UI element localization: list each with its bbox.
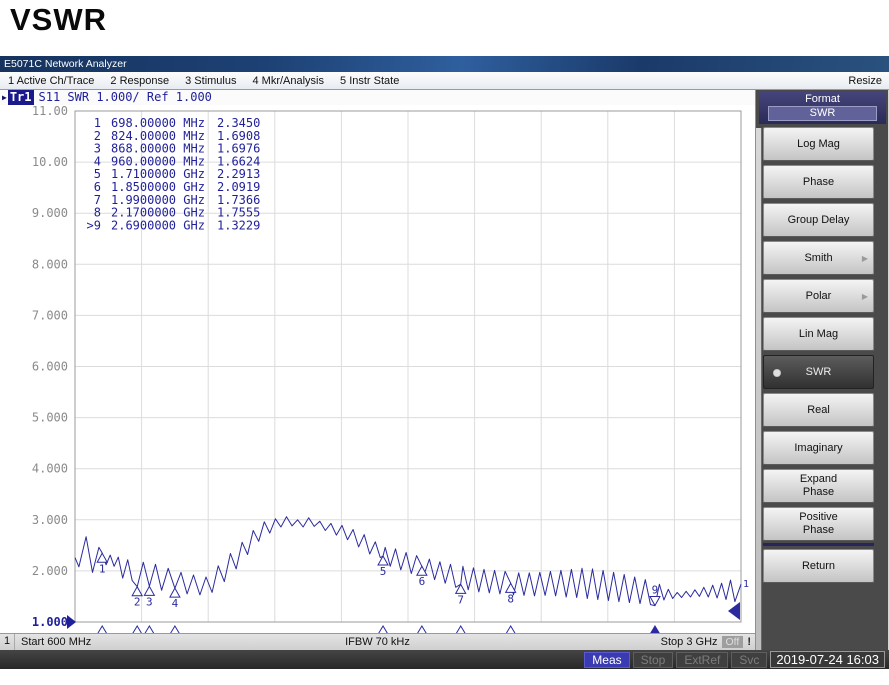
- softkey-positive-phase[interactable]: PositivePhase: [763, 507, 874, 541]
- trace-marker-number: 5: [380, 565, 387, 578]
- status-items: MeasStopExtRefSvc: [584, 652, 767, 668]
- softkey-real[interactable]: Real: [763, 393, 874, 427]
- trace-badge[interactable]: Tr1: [8, 90, 34, 105]
- window-titlebar: E5071C Network Analyzer: [0, 56, 889, 72]
- softkey-group-delay[interactable]: Group Delay: [763, 203, 874, 237]
- softkey-label: Group Delay: [788, 214, 850, 227]
- stimulus-bar: 1 IFBW 70 kHz Start 600 MHz Stop 3 GHz O…: [0, 633, 755, 650]
- softkey-buttons: Log Mag Phase Group Delay Smith ▶ Polar ▶ Lin M…: [763, 127, 874, 587]
- softkey-lin-mag[interactable]: Lin Mag: [763, 317, 874, 351]
- format-current-value: SWR: [768, 106, 877, 121]
- trace-marker-number: 4: [172, 597, 179, 610]
- trace-marker-icon[interactable]: [456, 584, 466, 593]
- stop-frequency-label: Stop 3 GHz: [661, 636, 718, 648]
- y-axis-tick-label: 9.000: [32, 206, 68, 220]
- y-axis-tick-label: 3.000: [32, 513, 68, 527]
- menu-item-4[interactable]: 4 Mkr/Analysis: [244, 75, 332, 87]
- y-axis-tick-label: 6.000: [32, 360, 68, 374]
- trace-number-label: 1: [743, 579, 749, 590]
- softkey-label: Log Mag: [797, 138, 840, 151]
- submenu-arrow-icon: ▶: [862, 252, 868, 265]
- softkey-expand-phase[interactable]: ExpandPhase: [763, 469, 874, 503]
- softkey-label: Real: [807, 404, 830, 417]
- menu-item-1[interactable]: 1 Active Ch/Trace: [0, 75, 102, 87]
- active-trace-marker-number: 9: [652, 583, 659, 596]
- softkey-swr[interactable]: SWR: [763, 355, 874, 389]
- softkey-label: Lin Mag: [799, 328, 838, 341]
- trace-marker-number: 8: [507, 592, 514, 605]
- vswr-chart[interactable]: 11.00 10.00 9.000 8.000 7.000 6.000 5.000 4.000…: [0, 105, 756, 634]
- status-svc: Svc: [731, 652, 767, 668]
- y-axis-tick-label: 5.000: [32, 411, 68, 425]
- analyzer-window: E5071C Network Analyzer 1 Active Ch/Trac…: [0, 56, 889, 668]
- format-menu-header: Format SWR: [759, 91, 886, 124]
- trace-marker-number: 7: [457, 593, 464, 606]
- trace-marker-icon[interactable]: [378, 556, 388, 565]
- trace-info-bar: ▶ Tr1 S11 SWR 1.000/ Ref 1.000: [0, 90, 755, 105]
- submenu-arrow-icon: ▶: [862, 290, 868, 303]
- trace-marker-icon[interactable]: [170, 588, 180, 597]
- softkey-polar[interactable]: Polar ▶: [763, 279, 874, 313]
- menu-item-resize[interactable]: Resize: [841, 73, 889, 89]
- trace-marker-number: 1: [99, 562, 106, 575]
- y-axis-tick-label: 2.000: [32, 564, 68, 578]
- instrument-status-bar: MeasStopExtRefSvc 2019-07-24 16:03: [0, 650, 889, 669]
- chart-area: 11.00 10.00 9.000 8.000 7.000 6.000 5.000 4.000…: [0, 105, 755, 633]
- format-header-label: Format: [759, 92, 886, 106]
- trace-marker-icon[interactable]: [144, 586, 154, 595]
- softkey-label: Smith: [804, 252, 832, 265]
- active-trace-marker-icon[interactable]: [650, 596, 660, 605]
- trace-marker-icon[interactable]: [97, 553, 107, 562]
- sweep-position-triangle-icon: [728, 602, 740, 620]
- softkey-label: Imaginary: [794, 442, 842, 455]
- active-trace-arrow-icon: ▶: [2, 90, 7, 105]
- y-axis-tick-label: 4.000: [32, 462, 68, 476]
- softkey-label: SWR: [806, 366, 832, 379]
- menu-bar: 1 Active Ch/Trace2 Response3 Stimulus4 M…: [0, 72, 889, 90]
- softkey-return[interactable]: Return: [763, 549, 874, 583]
- softkey-log-mag[interactable]: Log Mag: [763, 127, 874, 161]
- y-axis-tick-label: 1.000: [32, 615, 68, 629]
- y-axis-tick-label: 7.000: [32, 308, 68, 322]
- ifbw-label: IFBW 70 kHz: [0, 636, 755, 648]
- measurement-panel: ▶ Tr1 S11 SWR 1.000/ Ref 1.000 11.00 10.0…: [0, 90, 756, 650]
- trace-marker-number: 3: [146, 595, 153, 608]
- marker-table-frequency: 2.6900000 GHz: [111, 218, 205, 232]
- softkey-label: PositivePhase: [799, 511, 838, 537]
- off-badge: Off: [722, 636, 744, 648]
- softkey-scrollbar[interactable]: [756, 128, 762, 650]
- softkey-label: ExpandPhase: [800, 473, 837, 499]
- marker-table-value: 1.3229: [217, 218, 260, 232]
- page-title: VSWR: [10, 2, 107, 38]
- trace-marker-icon[interactable]: [506, 583, 516, 592]
- marker-table-number: >9: [87, 218, 101, 232]
- softkey-label: Polar: [806, 290, 832, 303]
- status-meas: Meas: [584, 652, 629, 668]
- datetime-display: 2019-07-24 16:03: [770, 651, 885, 668]
- y-axis-tick-label: 11.00: [32, 105, 68, 118]
- main-content: ▶ Tr1 S11 SWR 1.000/ Ref 1.000 11.00 10.0…: [0, 90, 889, 650]
- trace-format-text: S11 SWR 1.000/ Ref 1.000: [39, 90, 212, 105]
- softkey-label: Return: [802, 560, 835, 573]
- status-extref: ExtRef: [676, 652, 728, 668]
- status-stop: Stop: [633, 652, 674, 668]
- window-title: E5071C Network Analyzer: [4, 58, 127, 70]
- softkey-smith[interactable]: Smith ▶: [763, 241, 874, 275]
- softkey-phase[interactable]: Phase: [763, 165, 874, 199]
- softkey-sidebar: Format SWR Log Mag Phase Group Delay Smith ▶…: [756, 90, 888, 650]
- warning-indicator: !: [747, 636, 751, 648]
- softkey-divider: [763, 543, 874, 546]
- menu-item-3[interactable]: 3 Stimulus: [177, 75, 244, 87]
- menu-items: 1 Active Ch/Trace2 Response3 Stimulus4 M…: [0, 73, 407, 89]
- softkey-label: Phase: [803, 176, 834, 189]
- menu-item-5[interactable]: 5 Instr State: [332, 75, 407, 87]
- y-axis-tick-label: 8.000: [32, 257, 68, 271]
- menu-item-2[interactable]: 2 Response: [102, 75, 177, 87]
- selected-radio-icon: [773, 369, 781, 377]
- softkey-imaginary[interactable]: Imaginary: [763, 431, 874, 465]
- trace-marker-number: 6: [419, 575, 426, 588]
- trace-marker-icon[interactable]: [132, 587, 142, 596]
- trace-marker-number: 2: [134, 596, 141, 609]
- y-axis-tick-label: 10.00: [32, 155, 68, 169]
